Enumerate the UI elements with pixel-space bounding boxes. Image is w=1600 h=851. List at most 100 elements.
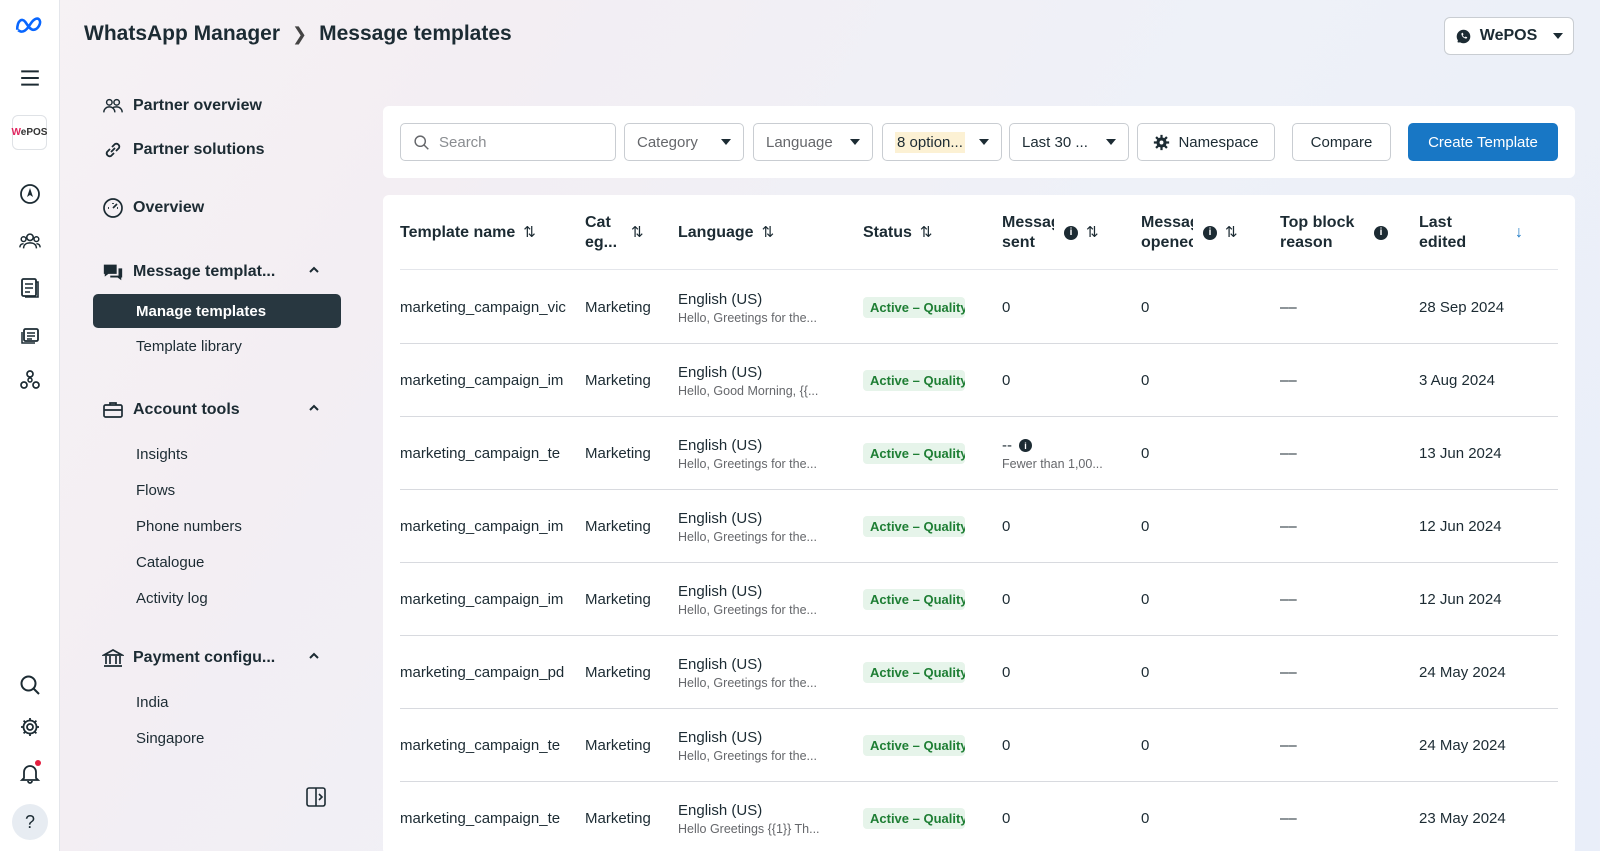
nav-overview[interactable]: Overview bbox=[93, 186, 341, 230]
category-value: Marketing bbox=[585, 518, 651, 535]
sort-icon[interactable]: ⇅ bbox=[523, 223, 536, 243]
bell-icon[interactable] bbox=[14, 757, 46, 789]
language-dropdown[interactable]: Language bbox=[753, 123, 873, 161]
cell-category: Marketing bbox=[585, 490, 665, 563]
meta-logo-icon[interactable] bbox=[14, 9, 46, 41]
body-preview: Hello, Good Morning, {{... bbox=[678, 383, 819, 398]
nav-manage-templates[interactable]: Manage templates bbox=[93, 294, 341, 328]
cell-edited: 23 May 2024 bbox=[1419, 782, 1549, 851]
table-row[interactable]: marketing_campaign_te Marketing English (U… bbox=[400, 782, 1558, 851]
chevron-up-icon[interactable] bbox=[307, 263, 321, 277]
cell-edited: 3 Aug 2024 bbox=[1419, 344, 1549, 417]
cell-status: Active – Quality bbox=[863, 490, 983, 563]
search-icon[interactable] bbox=[14, 669, 46, 701]
col-messages-opened[interactable]: Messag openec i ⇅ bbox=[1141, 195, 1238, 270]
nav-flows[interactable]: Flows bbox=[93, 472, 341, 508]
link-icon bbox=[93, 139, 133, 161]
col-top-block-reason: Top block reason i bbox=[1280, 195, 1388, 270]
account-switcher[interactable]: WePOS bbox=[1444, 17, 1574, 55]
network-icon[interactable] bbox=[14, 364, 46, 396]
nav-account-tools[interactable]: Account tools bbox=[93, 388, 341, 432]
info-icon[interactable]: i bbox=[1374, 225, 1388, 240]
col-last-edited[interactable]: Last edited ↓ bbox=[1419, 195, 1523, 270]
chevron-up-icon[interactable] bbox=[307, 401, 321, 415]
category-value: Marketing bbox=[585, 299, 651, 316]
nav-singapore[interactable]: Singapore bbox=[93, 720, 341, 756]
sent-value: 0 bbox=[1002, 591, 1011, 608]
compare-button[interactable]: Compare bbox=[1292, 123, 1391, 161]
icon-rail: WePOS ? bbox=[0, 0, 60, 851]
nav-label: Partner overview bbox=[133, 97, 262, 114]
sort-icon[interactable]: ⇅ bbox=[1086, 223, 1099, 243]
sort-icon[interactable]: ⇅ bbox=[762, 223, 775, 243]
nav-phone-numbers[interactable]: Phone numbers bbox=[93, 508, 341, 544]
cell-category: Marketing bbox=[585, 563, 665, 636]
search-input[interactable]: Search bbox=[400, 123, 616, 161]
account-logo[interactable]: WePOS bbox=[12, 115, 47, 150]
cell-language: English (US) Hello, Greetings for the... bbox=[678, 636, 848, 709]
collapse-sidebar-icon[interactable] bbox=[305, 786, 327, 813]
name-value: marketing_campaign_im bbox=[400, 372, 564, 389]
info-icon[interactable]: i bbox=[1019, 439, 1032, 453]
sort-icon[interactable]: ⇅ bbox=[920, 223, 933, 243]
opened-value: 0 bbox=[1141, 372, 1150, 389]
edited-value: 24 May 2024 bbox=[1419, 737, 1506, 754]
category-value: Marketing bbox=[585, 372, 651, 389]
settings-icon[interactable] bbox=[14, 711, 46, 743]
namespace-button[interactable]: Namespace bbox=[1137, 123, 1275, 161]
col-label: edited bbox=[1419, 233, 1467, 251]
table-row[interactable]: marketing_campaign_te Marketing English (U… bbox=[400, 417, 1558, 490]
status-dropdown[interactable]: 8 option... bbox=[882, 123, 1002, 161]
status-badge: Active – Quality bbox=[863, 735, 965, 756]
breadcrumb-app[interactable]: WhatsApp Manager bbox=[84, 22, 280, 46]
catalog-icon[interactable] bbox=[14, 271, 46, 303]
caret-down-icon bbox=[1553, 33, 1564, 39]
col-language[interactable]: Language ⇅ bbox=[678, 195, 774, 270]
col-category[interactable]: Cat eg... ⇅ bbox=[585, 195, 644, 270]
category-dropdown[interactable]: Category bbox=[624, 123, 744, 161]
cell-category: Marketing bbox=[585, 782, 665, 851]
table-row[interactable]: marketing_campaign_vic Marketing English (… bbox=[400, 271, 1558, 344]
cell-edited: 28 Sep 2024 bbox=[1419, 271, 1549, 344]
chevron-right-icon: ❯ bbox=[292, 23, 308, 44]
nav-partner-overview[interactable]: Partner overview bbox=[93, 84, 341, 128]
info-icon[interactable]: i bbox=[1203, 225, 1217, 240]
table-row[interactable]: marketing_campaign_im Marketing English (U… bbox=[400, 344, 1558, 417]
compass-icon[interactable] bbox=[14, 178, 46, 210]
col-label-stack: Last edited bbox=[1419, 213, 1491, 253]
sort-icon[interactable]: ⇅ bbox=[631, 223, 644, 243]
col-status[interactable]: Status ⇅ bbox=[863, 195, 932, 270]
people-icon[interactable] bbox=[14, 225, 46, 257]
nav-partner-solutions[interactable]: Partner solutions bbox=[93, 128, 341, 172]
sort-descending-icon[interactable]: ↓ bbox=[1515, 223, 1523, 243]
sent-value-line: -- i bbox=[1002, 437, 1122, 454]
nav-payment-configuration[interactable]: Payment configu... bbox=[93, 636, 341, 680]
date-range-dropdown[interactable]: Last 30 ... bbox=[1009, 123, 1129, 161]
chevron-up-icon[interactable] bbox=[307, 649, 321, 663]
filter-toolbar: Search Category Language 8 option... Las… bbox=[383, 106, 1575, 178]
cell-name: marketing_campaign_te bbox=[400, 417, 570, 490]
info-icon[interactable]: i bbox=[1064, 225, 1078, 240]
table-row[interactable]: marketing_campaign_pd Marketing English (U… bbox=[400, 636, 1558, 709]
menu-icon[interactable] bbox=[14, 62, 46, 94]
table-row[interactable]: marketing_campaign_im Marketing English (U… bbox=[400, 490, 1558, 563]
table-row[interactable]: marketing_campaign_te Marketing English (U… bbox=[400, 709, 1558, 782]
help-icon[interactable]: ? bbox=[12, 804, 48, 840]
col-template-name[interactable]: Template name ⇅ bbox=[400, 195, 536, 270]
table-row[interactable]: marketing_campaign_im Marketing English (U… bbox=[400, 563, 1558, 636]
cell-opened: 0 bbox=[1141, 271, 1241, 344]
col-label: reason bbox=[1280, 233, 1333, 251]
create-template-button[interactable]: Create Template bbox=[1408, 123, 1558, 161]
sort-icon[interactable]: ⇅ bbox=[1225, 223, 1238, 243]
table-header: Template name ⇅ Cat eg... ⇅ Language ⇅ S… bbox=[400, 195, 1558, 270]
nav-message-templates[interactable]: Message templat... bbox=[93, 250, 341, 294]
nav-activity-log[interactable]: Activity log bbox=[93, 580, 341, 616]
nav-india[interactable]: India bbox=[93, 684, 341, 720]
status-badge: Active – Quality bbox=[863, 516, 965, 537]
nav-insights[interactable]: Insights bbox=[93, 436, 341, 472]
templates-icon[interactable] bbox=[14, 318, 46, 350]
col-messages-sent[interactable]: Messag sent i ⇅ bbox=[1002, 195, 1099, 270]
nav-template-library[interactable]: Template library bbox=[93, 328, 341, 364]
cell-edited: 12 Jun 2024 bbox=[1419, 563, 1549, 636]
nav-catalogue[interactable]: Catalogue bbox=[93, 544, 341, 580]
